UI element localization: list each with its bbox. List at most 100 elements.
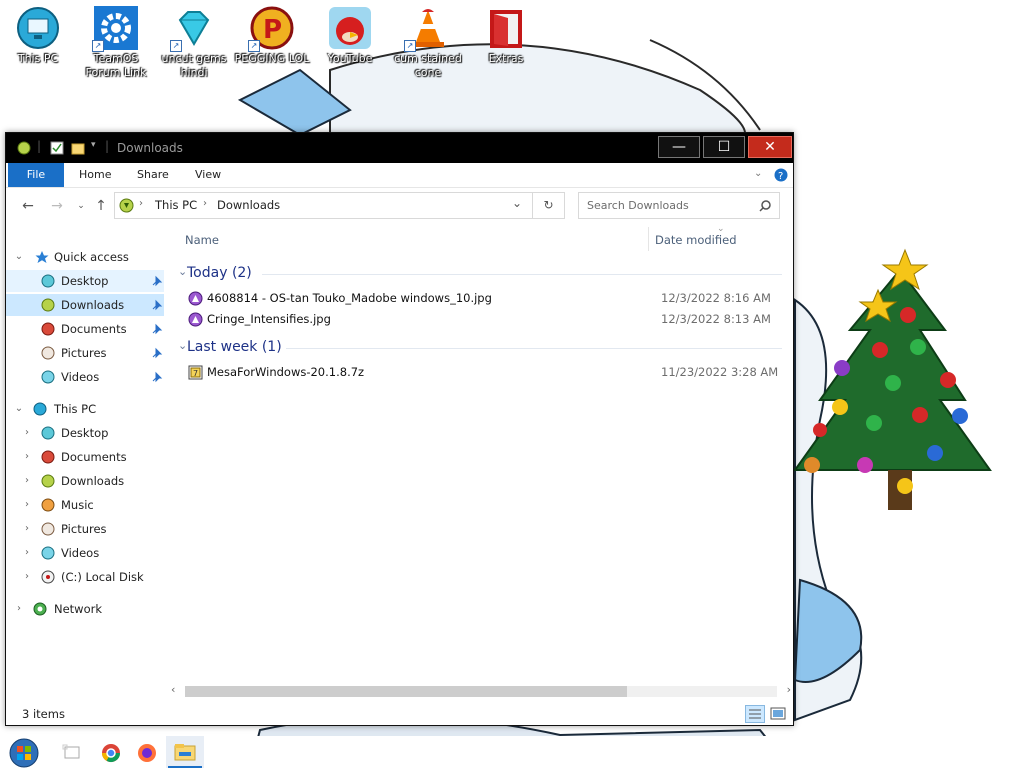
back-button[interactable]: ← [19,197,37,215]
desktop-icon [41,426,55,440]
scroll-right-icon[interactable]: › [787,683,791,696]
group-divider [286,348,782,349]
desktop-icon-uncut-gems-hindi[interactable]: ↗ uncut gems hindi [156,0,232,80]
column-header-date-modified[interactable]: Date modified [655,233,737,247]
tab-view[interactable]: View [195,163,221,187]
red-door-icon [484,6,528,50]
desktop-icon-youtube[interactable]: YouTube [312,0,388,66]
large-icons-view-icon[interactable] [769,705,787,723]
group-last-week[interactable]: ⌄ Last week (1) [174,338,794,358]
nav-this-pc[interactable]: ⌄ This PC [6,398,164,420]
scroll-thumb[interactable] [185,686,627,697]
pin-icon[interactable] [150,274,164,288]
column-header-name[interactable]: Name [185,233,219,247]
expand-chevron-icon[interactable]: › [21,446,33,468]
new-folder-icon[interactable] [71,141,85,155]
nav-pc-downloads[interactable]: › Downloads [6,470,164,492]
nav-quick-desktop[interactable]: Desktop [6,270,164,292]
expand-chevron-icon[interactable]: › [21,518,33,540]
breadcrumb-downloads[interactable]: Downloads [217,198,280,212]
desktop-icon-teamos-forum-link[interactable]: ↗ TeamOS Forum Link [78,0,154,80]
pictures-icon [41,522,55,536]
expand-chevron-icon[interactable]: › [21,494,33,516]
nav-quick-videos[interactable]: Videos [6,366,164,388]
close-button[interactable]: ✕ [748,136,792,158]
scroll-left-icon[interactable]: ‹ [171,683,175,696]
search-input[interactable]: Search Downloads [578,192,780,219]
file-row[interactable]: 4608814 - OS-tan Touko_Madobe windows_10… [186,288,786,309]
group-collapse-chevron-icon[interactable]: ⌄ [178,339,187,352]
start-button-icon[interactable] [9,738,39,768]
details-view-icon[interactable] [745,705,765,723]
file-name: MesaForWindows-20.1.8.7z [207,365,365,379]
desktop-icon-extras[interactable]: Extras [468,0,544,66]
pin-icon[interactable] [150,370,164,384]
breadcrumb-chevron-icon[interactable]: › [203,198,207,209]
column-divider[interactable] [648,227,649,251]
nav-quick-documents[interactable]: Documents [6,318,164,340]
refresh-button[interactable]: ↻ [533,192,565,219]
title-bar[interactable]: | ▾ | Downloads — ☐ ✕ [6,133,793,163]
collapse-chevron-icon[interactable]: ⌄ [13,398,25,420]
address-row: ← → ⌄ ↑ › This PC › Downloads ⌄ ↻ Search… [6,191,793,223]
computer-icon [33,402,47,416]
breadcrumb-chevron-icon[interactable]: › [139,198,143,209]
up-button[interactable]: ↑ [92,197,110,215]
expand-ribbon-chevron-icon[interactable]: ⌄ [754,168,762,179]
nav-quick-pictures[interactable]: Pictures [6,342,164,364]
expand-chevron-icon[interactable]: › [21,542,33,564]
desktop-icon-cum-stained-cone[interactable]: ↗ cum stained cone [390,0,466,80]
nav-pc-local-disk[interactable]: › (C:) Local Disk [6,566,164,588]
nav-pc-documents[interactable]: › Documents [6,446,164,468]
taskbar-item-file-explorer[interactable] [166,736,204,768]
pin-icon[interactable] [150,322,164,336]
file-name: 4608814 - OS-tan Touko_Madobe windows_10… [207,291,492,305]
desktop-icon [41,274,55,288]
nav-network[interactable]: › Network [6,598,164,620]
properties-icon[interactable] [50,141,64,155]
customize-toolbar-chevron-icon[interactable]: ▾ [91,140,96,150]
task-view-icon[interactable] [61,742,83,764]
nav-label: Videos [61,546,100,560]
tab-share[interactable]: Share [137,163,169,187]
file-row[interactable]: Cringe_Intensifies.jpg 12/3/2022 8:13 AM [186,309,786,330]
maximize-button[interactable]: ☐ [703,136,745,158]
help-icon[interactable]: ? [774,168,788,182]
expand-chevron-icon[interactable]: › [21,566,33,588]
expand-chevron-icon[interactable]: › [21,422,33,444]
file-row[interactable]: 7 MesaForWindows-20.1.8.7z 11/23/2022 3:… [186,362,786,383]
address-bar[interactable]: › This PC › Downloads ⌄ [114,192,533,219]
tab-file[interactable]: File [8,163,64,187]
collapse-chevron-icon[interactable]: ⌄ [13,246,25,268]
desktop-icon-this-pc[interactable]: This PC [0,0,76,66]
pin-icon[interactable] [150,346,164,360]
search-icon [759,200,771,212]
recent-locations-chevron-icon[interactable]: ⌄ [72,197,90,215]
breadcrumb-this-pc[interactable]: This PC [155,198,197,212]
nav-pc-music[interactable]: › Music [6,494,164,516]
firefox-icon[interactable] [136,742,158,764]
forward-button[interactable]: → [48,197,66,215]
expand-chevron-icon[interactable]: › [21,470,33,492]
chrome-icon[interactable] [100,742,122,764]
group-collapse-chevron-icon[interactable]: ⌄ [178,265,187,278]
address-history-chevron-icon[interactable]: ⌄ [512,196,522,210]
desktop-icon-pegging-lol[interactable]: P ↗ PEGGING LOL [234,0,310,66]
computer-icon [16,6,60,50]
angry-bird-icon [328,6,372,50]
tab-home[interactable]: Home [79,163,111,187]
nav-pc-pictures[interactable]: › Pictures [6,518,164,540]
image-file-icon [188,291,203,306]
shortcut-arrow-icon: ↗ [404,40,416,52]
nav-quick-downloads[interactable]: Downloads [6,294,164,316]
expand-chevron-icon[interactable]: › [13,598,25,620]
horizontal-scrollbar[interactable]: ‹ › [171,683,791,700]
minimize-button[interactable]: — [658,136,700,158]
image-file-icon [188,312,203,327]
nav-pc-desktop[interactable]: › Desktop [6,422,164,444]
group-today[interactable]: ⌄ Today (2) [174,264,794,284]
svg-text:7: 7 [193,369,198,378]
nav-pc-videos[interactable]: › Videos [6,542,164,564]
nav-quick-access[interactable]: ⌄ Quick access [6,246,164,268]
pin-icon[interactable] [150,298,164,312]
